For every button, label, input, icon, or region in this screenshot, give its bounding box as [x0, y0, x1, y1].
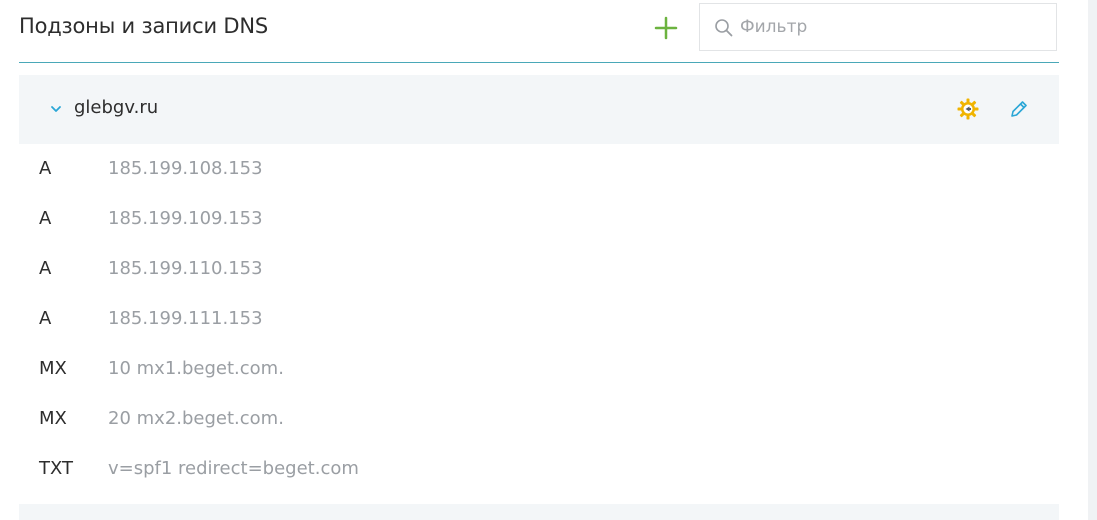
zone-settings-button[interactable]: [956, 97, 980, 121]
header: Подзоны и записи DNS: [19, 0, 1059, 62]
record-value: 10 mx1.beget.com.: [108, 358, 284, 379]
list-item[interactable]: TXT v=spf1 redirect=beget.com: [19, 445, 1059, 495]
list-item[interactable]: A 185.199.110.153: [19, 245, 1059, 295]
record-value: 185.199.111.153: [108, 308, 263, 329]
record-type: A: [39, 308, 52, 329]
filter-input[interactable]: [740, 4, 1040, 50]
record-type: MX: [39, 358, 67, 379]
record-value: 20 mx2.beget.com.: [108, 408, 284, 429]
list-item[interactable]: MX 10 mx1.beget.com.: [19, 345, 1059, 395]
dns-page: Подзоны и записи DNS glebgv.ru: [0, 0, 1097, 520]
chevron-down-icon[interactable]: [49, 103, 63, 115]
list-item[interactable]: MX 20 mx2.beget.com.: [19, 395, 1059, 445]
list-item[interactable]: A 185.199.109.153: [19, 195, 1059, 245]
page-title: Подзоны и записи DNS: [19, 14, 268, 38]
record-type: A: [39, 158, 52, 179]
zone-name[interactable]: glebgv.ru: [74, 97, 158, 118]
record-type: TXT: [39, 458, 74, 479]
search-icon: [715, 19, 733, 37]
zone-row[interactable]: glebgv.ru: [19, 75, 1059, 144]
add-record-button[interactable]: [652, 14, 680, 42]
record-list: A 185.199.108.153 A 185.199.109.153 A 18…: [19, 145, 1059, 495]
gear-icon: [957, 98, 979, 120]
record-value: 185.199.108.153: [108, 158, 263, 179]
zone-edit-button[interactable]: [1007, 97, 1031, 121]
header-divider: [19, 62, 1059, 63]
list-item[interactable]: A 185.199.108.153: [19, 145, 1059, 195]
plus-icon: [654, 16, 678, 40]
record-type: A: [39, 258, 52, 279]
list-item[interactable]: A 185.199.111.153: [19, 295, 1059, 345]
scrollbar[interactable]: [1088, 0, 1097, 520]
next-zone-row[interactable]: [19, 504, 1059, 520]
filter-field[interactable]: [699, 3, 1057, 51]
record-type: MX: [39, 408, 67, 429]
record-value: 185.199.110.153: [108, 258, 263, 279]
pencil-icon: [1011, 101, 1027, 117]
record-type: A: [39, 208, 52, 229]
record-value: 185.199.109.153: [108, 208, 263, 229]
record-value: v=spf1 redirect=beget.com: [108, 458, 359, 479]
